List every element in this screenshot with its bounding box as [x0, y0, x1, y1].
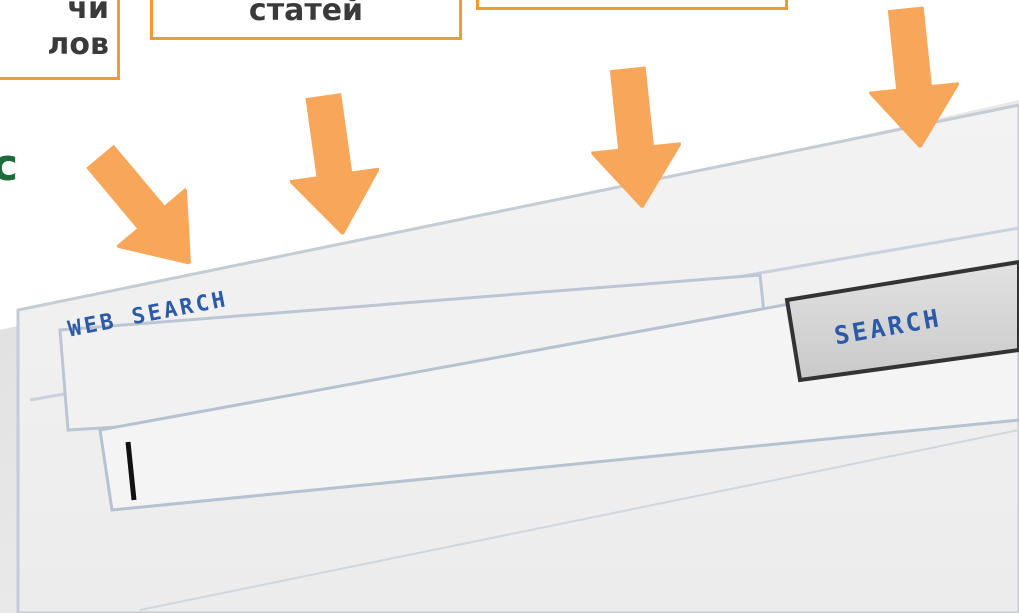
callout-box-middle: статей: [150, 0, 462, 40]
arrow-down-icon: [287, 92, 381, 236]
callout-left-line1: чи: [67, 0, 109, 26]
callout-box-left: чи лов: [0, 0, 120, 80]
side-letter: с: [0, 140, 19, 191]
callout-left-line2: лов: [47, 27, 109, 62]
arrow-down-icon: [589, 65, 683, 210]
callout-middle-text: статей: [248, 0, 364, 28]
callout-box-right: [476, 0, 788, 10]
arrow-down-icon: [867, 5, 961, 150]
